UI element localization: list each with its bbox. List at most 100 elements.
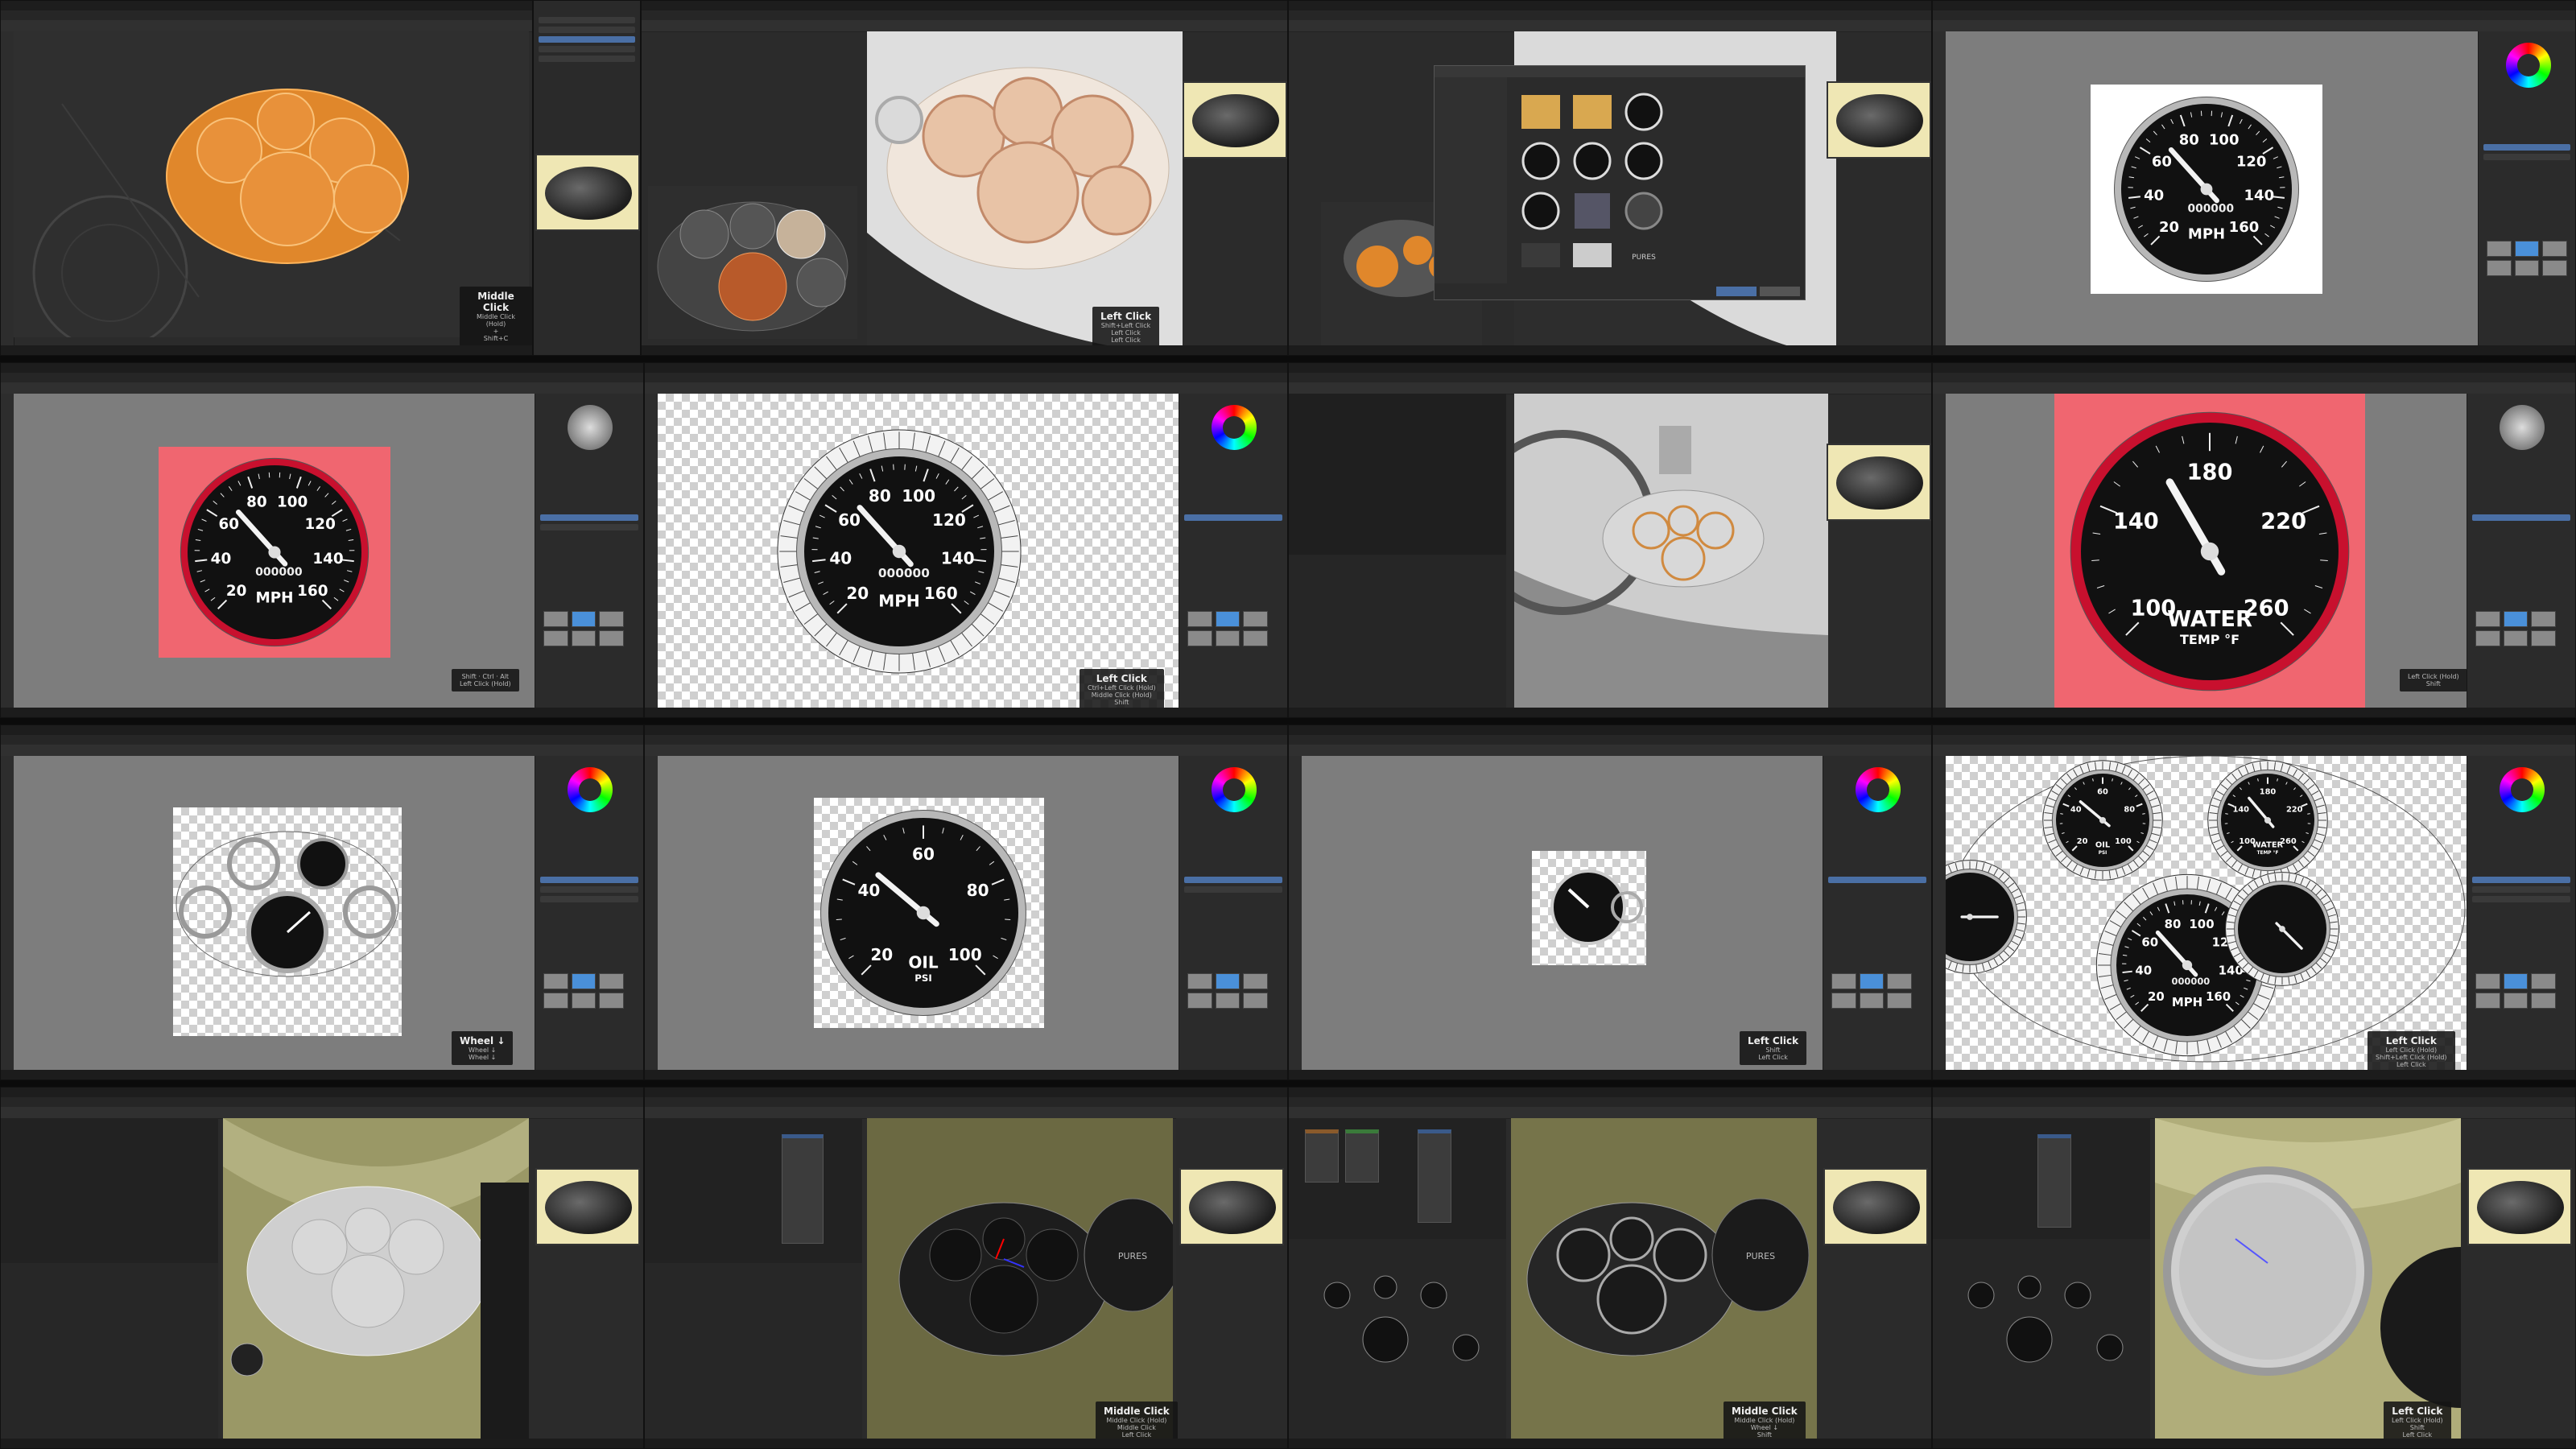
shortcut-hint: Left Click Shift Left Click [1740, 1031, 1807, 1065]
gauge-tick-label: 60 [219, 516, 240, 533]
gauge-tick-label: 80 [869, 486, 891, 506]
gauge-tick-label: 20 [870, 945, 893, 964]
gauge-hub [268, 546, 281, 559]
gauge-tick-label: 60 [2152, 153, 2172, 170]
gimp-dock[interactable] [535, 756, 643, 1070]
accept-button[interactable] [1716, 287, 1757, 296]
gauge-tick-label: 20 [2077, 837, 2088, 846]
gauge-hub [2200, 183, 2213, 196]
mph-gauge: 20 40 60 80 100 120 140 160 000000 MPH [2114, 97, 2299, 282]
gauge-tick-label: 100 [902, 486, 935, 506]
volt-gauge [1946, 860, 2027, 974]
tile-blender-dash-olive [0, 1087, 644, 1449]
gauge-tick-label: 60 [2097, 788, 2108, 797]
gimp-toolbox[interactable] [1289, 756, 1302, 1070]
gauge-unit-label: OIL [2095, 841, 2110, 850]
gauge-tick [2142, 813, 2145, 815]
gauge-tick-label: 20 [2159, 219, 2179, 236]
cancel-button[interactable] [1760, 287, 1800, 296]
gauge-tick-label: 100 [2209, 131, 2240, 148]
reference-image-thumbnail [1827, 444, 1931, 521]
reference-image-thumbnail [1823, 1168, 1928, 1245]
gimp-dock[interactable] [1823, 756, 1931, 1070]
tile-blender-selection: Middle Click Middle Click (Hold) + Shift… [0, 0, 533, 356]
gimp-toolbox[interactable] [1933, 756, 1946, 1070]
gimp-toolbox[interactable] [645, 394, 658, 708]
tile-blender-dash-dark: PURES Middle Click Middle Click (Hold) M… [644, 1087, 1288, 1449]
gimp-dock[interactable] [2467, 756, 2575, 1070]
gauge-tick-label: 40 [2135, 963, 2152, 977]
shortcut-hint: Left Click Left Click (Hold) Shift Left … [2384, 1402, 2451, 1443]
tile-blender-outliner [533, 0, 641, 356]
gauge-hub [2279, 926, 2285, 932]
gimp-dock[interactable] [2467, 394, 2575, 708]
tile-gimp-water-gauge: 100 140 180 220 260 WATER TEMP °F Left Click (… [1932, 362, 2576, 718]
gauge-sub-label: PSI [914, 972, 932, 984]
gauge-tick [2060, 813, 2063, 815]
file-browser-dialog[interactable]: PURES [1434, 65, 1806, 300]
gauge-tick [836, 919, 842, 921]
mph-gauge: 20 40 60 80 100 120 140 160 000000 MPH [180, 457, 369, 647]
gimp-toolbox[interactable] [1933, 394, 1946, 708]
gauge-tick-label: 160 [297, 583, 328, 600]
shortcut-hint: Left Click (Hold) Shift [2400, 669, 2467, 691]
gauge-tick-label: 20 [226, 583, 247, 600]
gimp-dock[interactable] [1179, 394, 1287, 708]
odometer: 000000 [878, 566, 930, 580]
gimp-dock[interactable] [2478, 31, 2575, 345]
gauge-tick-label: 120 [932, 510, 966, 530]
shortcut-hint: Middle Click Middle Click (Hold) + Shift… [460, 287, 532, 346]
gauge-tick-label: 100 [277, 493, 308, 510]
shortcut-hint: Left Click Left Click (Hold) Shift+Left … [2368, 1031, 2455, 1072]
gimp-dock[interactable] [1179, 756, 1287, 1070]
shortcut-hint: Shift · Ctrl · Alt Left Click (Hold) [452, 669, 519, 691]
gauge-unit-label: MPH [878, 591, 919, 610]
screenshot-contact-sheet: Middle Click Middle Click (Hold) + Shift… [0, 0, 2576, 1449]
shortcut-hint: Left Click Shift+Left Click Left Click L… [1092, 307, 1160, 348]
gauge-tick [2307, 813, 2310, 815]
gimp-toolbox[interactable] [645, 756, 658, 1070]
gauge-tick-label: 20 [2148, 989, 2165, 1004]
gauge-tick-label: 180 [2260, 788, 2277, 797]
fuel-gauge [2225, 872, 2339, 986]
shortcut-hint: Middle Click Middle Click (Hold) Middle … [1096, 1402, 1178, 1443]
gimp-toolbox[interactable] [1, 756, 14, 1070]
reference-image-thumbnail [535, 1168, 640, 1245]
gauge-tick-label: 220 [2286, 806, 2303, 815]
tile-blender-dashboard-3d: Left Click Shift+Left Click Left Click L… [641, 0, 1288, 356]
tile-gimp-oil-gauge: 20 40 60 80 100 OIL PSI [644, 724, 1288, 1080]
tool-sidebar[interactable] [1, 31, 14, 345]
tile-gimp-red-mph: 20 40 60 80 100 120 140 160 000000 MPH Shift · Ct… [0, 362, 644, 718]
reference-image-thumbnail [1827, 81, 1931, 159]
gauge-sub-label: PSI [2099, 851, 2107, 856]
gauge-sub-label: TEMP °F [2257, 851, 2279, 856]
gauge-unit-label: OIL [908, 952, 939, 972]
odometer: 000000 [255, 566, 303, 579]
tile-gimp-mph-gauge: 20 40 60 80 100 120 140 160 000000 MPH [1932, 0, 2576, 356]
shortcut-hint: Left Click Ctrl+Left Click (Hold) Middle… [1080, 669, 1164, 710]
reference-image-thumbnail [535, 154, 640, 231]
gauge-tick-label: 140 [2232, 806, 2249, 815]
gauge-sub-label: TEMP °F [2180, 632, 2240, 647]
gauge-hub [2264, 816, 2272, 824]
gauge-tick-label: 40 [2144, 188, 2164, 204]
gimp-toolbox[interactable] [1933, 31, 1946, 345]
gauge-tick-label: 60 [912, 844, 935, 864]
oil-gauge: 20 40 60 80 100 OILPSI [2042, 760, 2163, 881]
gauge-tick-label: 100 [2189, 917, 2214, 931]
gimp-toolbox[interactable] [1, 394, 14, 708]
gauge-hub [2200, 542, 2219, 561]
odometer: 000000 [2188, 203, 2234, 216]
gauge-tick-label: 80 [246, 493, 267, 510]
tile-gimp-mph-bezel: 20 40 60 80 100 120 140 160 000000 MPH Left Click… [644, 362, 1288, 718]
gauge-tick-label: 40 [857, 881, 880, 900]
gauge-tick-label: 80 [967, 881, 989, 900]
reference-image-thumbnail [1183, 81, 1287, 159]
gauge-hub [916, 906, 931, 920]
reference-image-thumbnail [2467, 1168, 2572, 1245]
mph-gauge: 20 40 60 80 100 120 140 160 000000 MPH [777, 429, 1022, 674]
gimp-dock[interactable] [535, 394, 643, 708]
gauge-tick-label: 160 [924, 584, 958, 603]
gauge-tick-label: 180 [2187, 460, 2233, 485]
gauge-tick-label: 100 [948, 945, 982, 964]
